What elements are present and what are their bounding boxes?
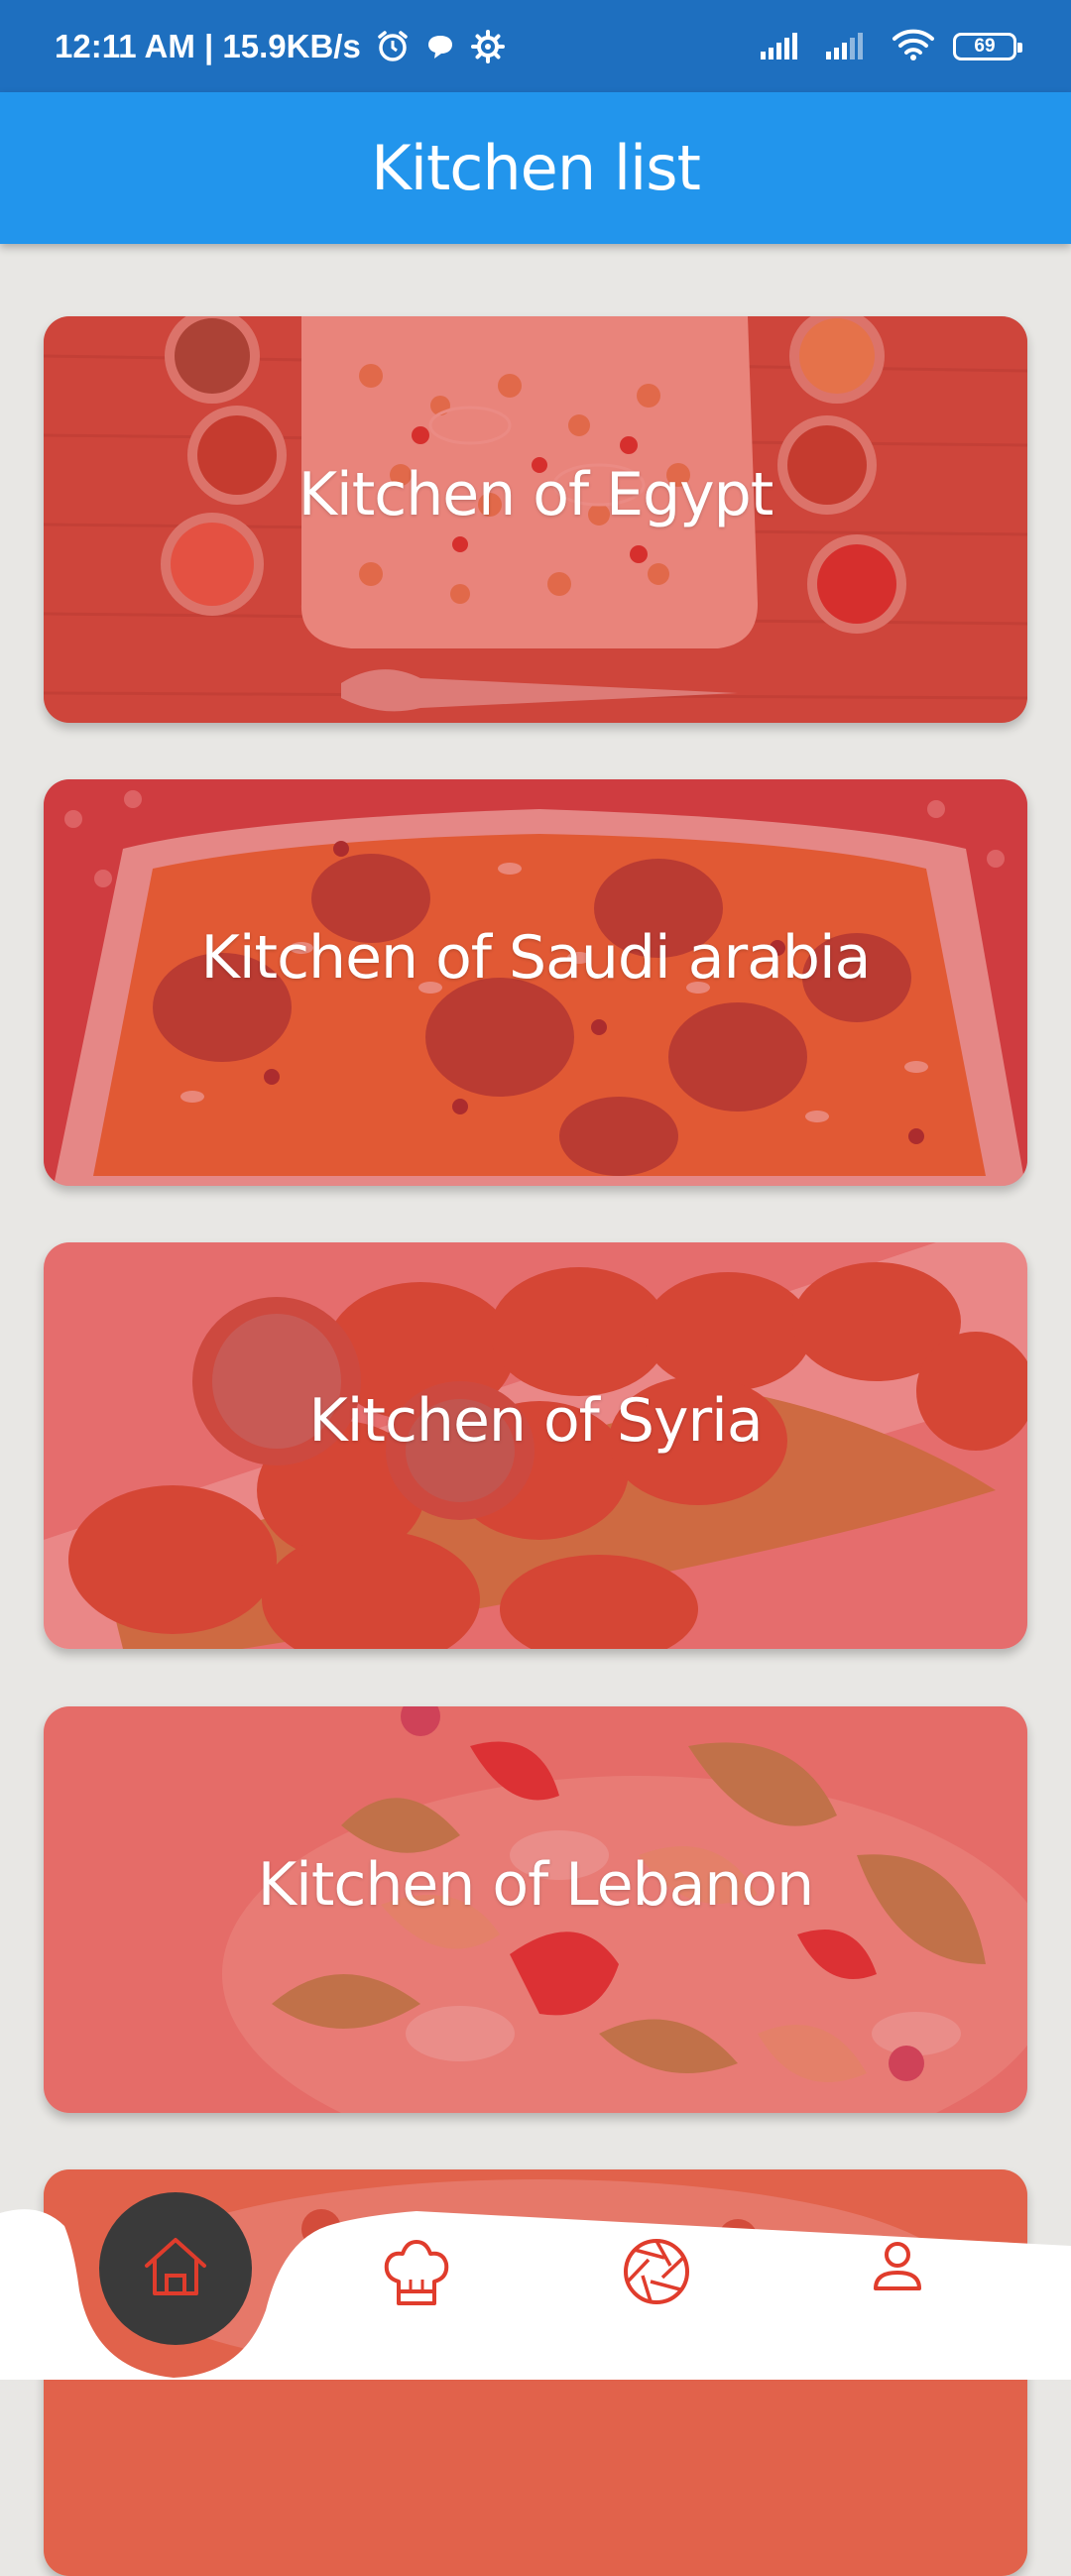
kitchen-card-label: Kitchen of Lebanon — [257, 1850, 814, 1920]
kitchen-card-label: Kitchen of Egypt — [298, 460, 774, 529]
page-title: Kitchen list — [371, 132, 701, 204]
alarm-icon — [375, 29, 411, 64]
kitchen-card-egypt[interactable]: Kitchen of Egypt — [44, 316, 1027, 723]
kitchen-card-label: Kitchen of Saudi arabia — [200, 923, 872, 993]
battery-icon: 69 — [953, 32, 1022, 60]
kitchen-card-lebanon[interactable]: Kitchen of Lebanon — [44, 1706, 1027, 2113]
nav-home-button[interactable] — [99, 2192, 252, 2345]
status-time-speed: 12:11 AM | 15.9KB/s — [55, 27, 361, 64]
nav-explore-button[interactable] — [607, 2224, 706, 2323]
status-bar: 12:11 AM | 15.9KB/s 69 — [0, 0, 1071, 92]
kitchen-card-label: Kitchen of Syria — [308, 1386, 763, 1456]
chat-bubble-icon — [424, 31, 456, 62]
kitchen-card-saudi-arabia[interactable]: Kitchen of Saudi arabia — [44, 779, 1027, 1186]
home-icon — [141, 2234, 210, 2303]
chef-hat-icon — [381, 2238, 452, 2313]
app-bar: Kitchen list — [0, 92, 1071, 244]
signal-icon — [826, 30, 874, 63]
settings-gear-icon — [470, 29, 506, 64]
battery-level: 69 — [974, 35, 996, 57]
signal-icon — [761, 30, 808, 63]
bottom-navigation — [0, 2181, 1071, 2380]
kitchen-card-syria[interactable]: Kitchen of Syria — [44, 1242, 1027, 1649]
nav-profile-button[interactable] — [848, 2221, 947, 2320]
wifi-icon — [892, 28, 935, 65]
nav-kitchens-button[interactable] — [367, 2226, 466, 2325]
user-icon — [868, 2239, 927, 2302]
aperture-icon — [621, 2236, 692, 2311]
